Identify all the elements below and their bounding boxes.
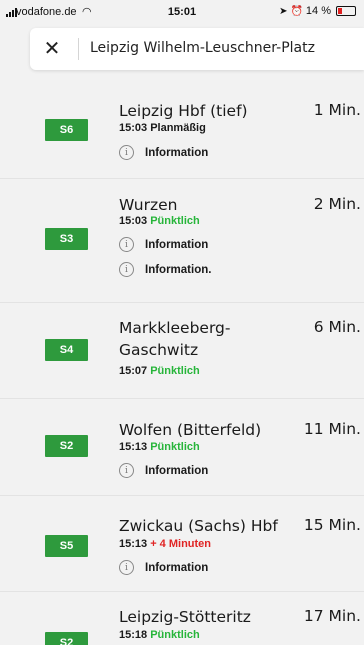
departure-time: 15:18	[119, 629, 148, 641]
info-label: Information.	[145, 263, 212, 276]
info-link[interactable]: i Information	[119, 463, 208, 478]
station-title[interactable]: Leipzig Wilhelm-Leuschner-Platz	[90, 40, 315, 56]
departure-meta: 15:18 Pünktlich	[119, 629, 200, 641]
departure-time: 15:07	[119, 365, 148, 377]
line-badge: S3	[45, 228, 88, 250]
minutes-until: 6 Min.	[313, 318, 361, 336]
departure-row[interactable]: S2 Wolfen (Bitterfeld) 11 Min. 15:13 Pün…	[0, 399, 364, 496]
info-icon: i	[119, 145, 134, 160]
info-link[interactable]: i Information.	[119, 262, 211, 277]
battery-percent: 14 %	[305, 5, 331, 17]
line-badge: S4	[45, 339, 88, 361]
status-text: Pünktlich	[150, 215, 200, 227]
alarm-icon: ⏰	[290, 5, 303, 17]
departure-meta: 15:07 Pünktlich	[119, 365, 200, 377]
destination-line-1: Markkleeberg-	[119, 319, 231, 337]
battery-icon	[336, 6, 356, 16]
status-text: Pünktlich	[150, 629, 200, 641]
info-link[interactable]: i Information	[119, 560, 208, 575]
location-arrow-icon: ➤	[279, 5, 288, 17]
status-bar: vodafone.de ◠ 15:01 ➤ ⏰ 14 %	[0, 0, 364, 28]
info-label: Information	[145, 561, 209, 574]
departure-meta: 15:03 Planmäßig	[119, 122, 206, 134]
destination: Leipzig Hbf (tief)	[119, 102, 248, 120]
minutes-until: 1 Min.	[313, 101, 361, 119]
departure-time: 15:03	[119, 122, 148, 134]
line-badge: S2	[45, 632, 88, 645]
line-badge: S2	[45, 435, 88, 457]
station-header: ✕ Leipzig Wilhelm-Leuschner-Platz	[30, 28, 364, 70]
line-badge: S5	[45, 535, 88, 557]
minutes-until: 15 Min.	[303, 516, 361, 534]
delay-text: + 4 Minuten	[150, 538, 212, 550]
departure-time: 15:13	[119, 441, 148, 453]
destination: Wurzen	[119, 196, 178, 214]
departure-time: 15:03	[119, 215, 148, 227]
minutes-until: 2 Min.	[313, 195, 361, 213]
info-label: Information	[145, 238, 209, 251]
destination-line-2: Gaschwitz	[119, 341, 199, 359]
departure-meta: 15:13 + 4 Minuten	[119, 538, 211, 550]
line-badge: S6	[45, 119, 88, 141]
departure-row[interactable]: S3 Wurzen 2 Min. 15:03 Pünktlich i Infor…	[0, 179, 364, 303]
destination: Leipzig-Stötteritz	[119, 608, 251, 626]
info-icon: i	[119, 262, 134, 277]
minutes-until: 11 Min.	[303, 420, 361, 438]
info-label: Information	[145, 146, 209, 159]
info-link[interactable]: i Information	[119, 145, 208, 160]
status-text: Planmäßig	[150, 122, 206, 134]
minutes-until: 17 Min.	[303, 607, 361, 625]
info-link[interactable]: i Information	[119, 237, 208, 252]
departure-list: S6 Leipzig Hbf (tief) 1 Min. 15:03 Planm…	[0, 82, 364, 645]
destination: Zwickau (Sachs) Hbf	[119, 517, 278, 535]
departure-row[interactable]: S6 Leipzig Hbf (tief) 1 Min. 15:03 Planm…	[0, 82, 364, 179]
departure-meta: 15:03 Pünktlich	[119, 215, 200, 227]
close-icon[interactable]: ✕	[40, 36, 64, 60]
header-divider	[78, 38, 79, 60]
departure-time: 15:13	[119, 538, 148, 550]
status-text: Pünktlich	[150, 365, 200, 377]
info-label: Information	[145, 464, 209, 477]
departure-meta: 15:13 Pünktlich	[119, 441, 200, 453]
status-text: Pünktlich	[150, 441, 200, 453]
departure-row[interactable]: S5 Zwickau (Sachs) Hbf 15 Min. 15:13 + 4…	[0, 496, 364, 592]
departure-row[interactable]: S4 Markkleeberg- Gaschwitz 6 Min. 15:07 …	[0, 303, 364, 399]
info-icon: i	[119, 463, 134, 478]
info-icon: i	[119, 560, 134, 575]
departure-row[interactable]: S2 Leipzig-Stötteritz 17 Min. 15:18 Pünk…	[0, 592, 364, 645]
info-icon: i	[119, 237, 134, 252]
destination: Wolfen (Bitterfeld)	[119, 421, 262, 439]
